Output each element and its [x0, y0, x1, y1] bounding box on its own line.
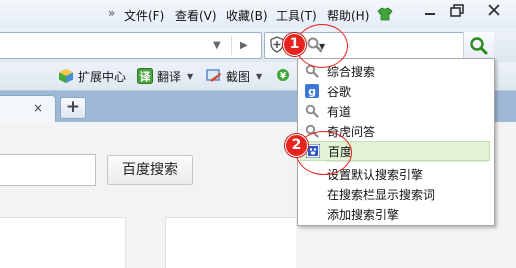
- screenshot-label: 截图: [226, 69, 251, 84]
- url-input[interactable]: ▼ ▶: [0, 32, 262, 59]
- svg-text:译: 译: [140, 71, 152, 84]
- translate-dropdown-icon[interactable]: ▼: [187, 72, 193, 81]
- google-icon: g: [305, 84, 319, 98]
- translate-icon: 译: [137, 68, 153, 84]
- dropdown-separator: [326, 161, 488, 162]
- content-card: [0, 217, 126, 268]
- magnifier-icon: [305, 104, 319, 118]
- go-forward-icon[interactable]: ▶: [240, 40, 248, 51]
- cube-icon: [59, 69, 73, 83]
- screenshot-icon: [206, 69, 221, 82]
- add-engine-item[interactable]: 添加搜索引擎: [300, 204, 490, 224]
- new-tab-button[interactable]: +: [60, 97, 86, 119]
- baidu-search-button[interactable]: 百度搜索: [107, 155, 193, 185]
- page-search-input[interactable]: [0, 154, 96, 186]
- svg-text:g: g: [308, 85, 316, 98]
- screenshot-button[interactable]: 截图 ▼: [206, 67, 262, 85]
- screenshot-dropdown-icon[interactable]: ▼: [256, 72, 262, 81]
- menu-file[interactable]: 文件(F): [124, 7, 164, 24]
- extension-center-label: 扩展中心: [78, 69, 127, 84]
- engine-item-google[interactable]: g 谷歌: [300, 81, 490, 101]
- address-bar: ▼ ▶ ▼: [0, 28, 516, 62]
- url-separator: [231, 36, 232, 55]
- search-button[interactable]: [463, 32, 494, 59]
- tab-active[interactable]: ×: [0, 95, 56, 123]
- engine-item-youdao[interactable]: 有道: [300, 101, 490, 121]
- url-history-dropdown-icon[interactable]: ▼: [213, 40, 221, 51]
- minimize-icon[interactable]: [418, 2, 442, 20]
- green-status-icon[interactable]: ¥: [276, 68, 290, 82]
- step-badge-1: 1: [283, 33, 306, 56]
- translate-label: 翻译: [157, 69, 182, 84]
- menu-favorites[interactable]: 收藏(B): [226, 7, 268, 24]
- engine-label: 谷歌: [327, 84, 352, 99]
- step-badge-2: 2: [285, 134, 308, 157]
- restore-icon[interactable]: [445, 2, 469, 20]
- search-icon: [470, 37, 488, 55]
- svg-text:¥: ¥: [280, 72, 287, 82]
- tab-close-icon[interactable]: ×: [33, 101, 43, 115]
- menu-view[interactable]: 查看(V): [175, 7, 217, 24]
- shirt-icon[interactable]: [377, 7, 393, 21]
- content-card: [165, 217, 296, 268]
- menu-tools[interactable]: 工具(T): [276, 7, 317, 24]
- menu-overflow-chevron[interactable]: »: [108, 6, 115, 20]
- close-icon[interactable]: [482, 2, 506, 20]
- menu-help[interactable]: 帮助(H): [327, 7, 369, 24]
- translate-button[interactable]: 译 翻译 ▼: [137, 67, 193, 85]
- extension-center-button[interactable]: 扩展中心: [58, 67, 126, 85]
- show-search-term-item[interactable]: 在搜索栏显示搜索词: [300, 184, 490, 204]
- menu-bar: » 文件(F) 查看(V) 收藏(B) 工具(T) 帮助(H): [0, 0, 516, 28]
- engine-label: 有道: [327, 104, 352, 119]
